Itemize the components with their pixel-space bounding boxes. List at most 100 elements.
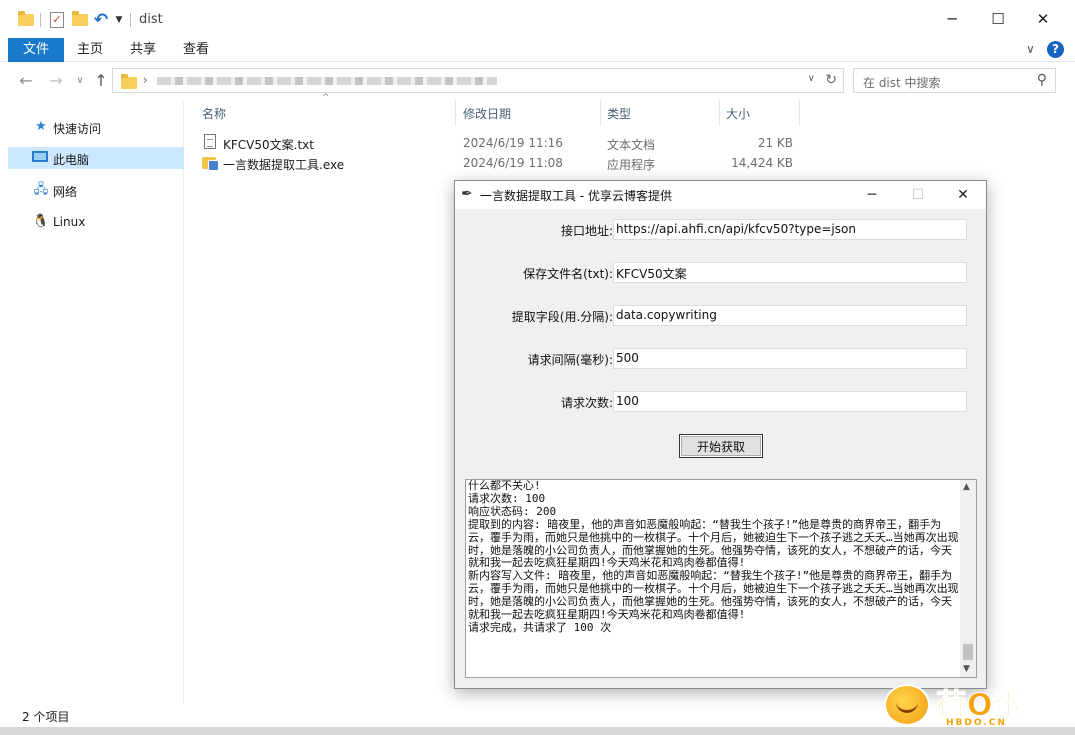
undo-icon[interactable]: ↶ <box>92 10 110 30</box>
dialog-title-bar[interactable]: ✒ 一言数据提取工具 - 优享云博客提供 ─ ☐ ✕ <box>455 181 986 209</box>
search-icon[interactable]: ⚲ <box>1037 72 1047 88</box>
up-arrow-icon[interactable]: ↑ <box>91 71 111 91</box>
network-icon: 🖧 <box>33 182 49 197</box>
toolbar-divider <box>130 13 131 27</box>
dialog-minimize-button[interactable]: ─ <box>849 181 895 209</box>
interval-label: 请求间隔(毫秒): <box>527 353 613 367</box>
scroll-up-icon[interactable]: ▲ <box>963 482 970 492</box>
search-input[interactable]: 在 dist 中搜索 ⚲ <box>853 68 1056 93</box>
navigation-pane: ★ 快速访问 此电脑 🖧 网络 🐧 Linux <box>0 100 184 704</box>
forward-arrow-icon[interactable]: → <box>46 71 66 91</box>
column-divider[interactable] <box>719 100 720 126</box>
request-count-input[interactable]: 100 <box>613 391 967 412</box>
file-name: KFCV50文案.txt <box>223 138 314 152</box>
mascot-icon <box>884 684 930 726</box>
exe-icon <box>202 154 219 171</box>
sidebar-item-label: Linux <box>53 215 86 229</box>
file-name: 一言数据提取工具.exe <box>223 158 345 172</box>
field-path-input[interactable]: data.copywriting <box>613 305 967 326</box>
close-button[interactable]: ✕ <box>1020 0 1066 38</box>
log-line: 什么都不关心! <box>468 480 541 492</box>
file-type: 应用程序 <box>607 158 656 172</box>
request-count-label: 请求次数: <box>560 396 613 410</box>
maximize-button[interactable]: ☐ <box>975 0 1021 38</box>
chevron-down-icon[interactable]: ∨ <box>808 73 815 84</box>
address-bar[interactable]: › ∨ ↻ <box>112 68 844 93</box>
chevron-right-icon[interactable]: › <box>143 73 148 87</box>
refresh-icon[interactable]: ↻ <box>825 72 837 88</box>
address-path-blurred <box>157 77 497 85</box>
toolbar-divider <box>40 13 41 27</box>
sort-ascending-icon: ^ <box>322 93 330 103</box>
column-header-size[interactable]: 大小 <box>726 105 750 122</box>
start-fetch-button[interactable]: 开始获取 <box>679 434 763 458</box>
recent-locations-icon[interactable]: ∨ <box>70 71 90 91</box>
log-line: 新内容写入文件: 暗夜里，他的声音如恶魔般响起：“替我生个孩子!”他是尊贵的商界… <box>468 569 959 622</box>
tab-share[interactable]: 共享 <box>123 38 163 62</box>
sidebar-item-label: 快速访问 <box>53 122 102 136</box>
computer-icon <box>32 150 50 166</box>
tab-file[interactable]: 文件 <box>8 38 64 62</box>
watermark-domain: HBDO.CN <box>946 718 1007 728</box>
tab-home[interactable]: 主页 <box>70 38 110 62</box>
file-date: 2024/6/19 11:16 <box>463 136 563 150</box>
column-divider[interactable] <box>600 100 601 126</box>
ribbon-tabs: 文件 主页 共享 查看 ∨ ? <box>0 38 1075 62</box>
scrollbar-thumb[interactable] <box>963 644 973 660</box>
folder-icon <box>17 11 35 29</box>
interval-input[interactable]: 500 <box>613 348 967 369</box>
filename-input[interactable]: KFCV50文案 <box>613 262 967 283</box>
extractor-dialog: ✒ 一言数据提取工具 - 优享云博客提供 ─ ☐ ✕ 接口地址: https:/… <box>454 180 987 689</box>
file-row[interactable]: 一言数据提取工具.exe 2024/6/19 11:08 应用程序 14,424… <box>199 153 799 173</box>
tab-view[interactable]: 查看 <box>176 38 216 62</box>
properties-icon[interactable]: ✓ <box>48 11 66 29</box>
scroll-down-icon[interactable]: ▼ <box>963 664 970 674</box>
address-row: ← → ∨ ↑ › ∨ ↻ 在 dist 中搜索 ⚲ <box>0 62 1075 100</box>
file-row[interactable]: KFCV50文案.txt 2024/6/19 11:16 文本文档 21 KB <box>199 133 799 153</box>
text-file-icon <box>204 134 216 149</box>
column-divider[interactable] <box>455 100 456 126</box>
linux-penguin-icon: 🐧 <box>32 214 50 229</box>
api-url-input[interactable]: https://api.ahfi.cn/api/kfcv50?type=json <box>613 219 967 240</box>
column-header-type[interactable]: 类型 <box>607 105 631 122</box>
api-url-label: 接口地址: <box>560 224 613 238</box>
back-arrow-icon[interactable]: ← <box>16 71 36 91</box>
log-line: 提取到的内容: 暗夜里，他的声音如恶魔般响起：“替我生个孩子!”他是尊贵的商界帝… <box>468 517 959 570</box>
sidebar-item-linux[interactable]: 🐧 Linux <box>8 211 184 233</box>
column-header-date[interactable]: 修改日期 <box>463 105 511 122</box>
star-icon: ★ <box>35 119 47 134</box>
search-placeholder: 在 dist 中搜索 <box>863 76 941 90</box>
sidebar-item-quick-access[interactable]: ★ 快速访问 <box>8 116 184 138</box>
log-line: 请求次数: 100 <box>468 491 546 505</box>
log-line: 响应状态码: 200 <box>468 504 557 518</box>
chevron-down-icon[interactable]: ∨ <box>1026 42 1035 56</box>
customize-quick-access-icon[interactable]: ▼ <box>113 11 125 29</box>
column-divider[interactable] <box>799 100 800 126</box>
new-folder-icon[interactable] <box>71 11 89 29</box>
sidebar-item-network[interactable]: 🖧 网络 <box>8 179 184 201</box>
file-date: 2024/6/19 11:08 <box>463 156 563 170</box>
help-icon[interactable]: ? <box>1047 41 1064 58</box>
site-watermark: 荷O蛋 HBDO.CN <box>884 680 1070 732</box>
sidebar-item-label: 网络 <box>53 185 78 199</box>
folder-icon <box>121 74 137 89</box>
dialog-maximize-button[interactable]: ☐ <box>895 181 941 209</box>
explorer-title-bar: ✓ ↶ ▼ dist ─ ☐ ✕ <box>0 0 1075 38</box>
filename-label: 保存文件名(txt): <box>523 267 613 281</box>
sidebar-item-this-pc[interactable]: 此电脑 <box>8 147 184 169</box>
dialog-close-button[interactable]: ✕ <box>940 181 986 209</box>
log-scrollbar[interactable]: ▲ ▼ <box>960 480 976 677</box>
column-headers: ^ 名称 修改日期 类型 大小 <box>185 93 1075 126</box>
field-path-label: 提取字段(用.分隔): <box>511 310 613 324</box>
file-type: 文本文档 <box>607 138 656 152</box>
file-size: 14,424 KB <box>731 156 793 170</box>
minimize-button[interactable]: ─ <box>929 0 975 38</box>
file-size: 21 KB <box>757 136 793 150</box>
log-text: 什么都不关心! 请求次数: 100 响应状态码: 200 提取到的内容: 暗夜里… <box>468 480 960 676</box>
log-line: 请求完成，共请求了 100 次 <box>468 620 612 634</box>
log-output[interactable]: 什么都不关心! 请求次数: 100 响应状态码: 200 提取到的内容: 暗夜里… <box>465 479 977 678</box>
column-header-name[interactable]: 名称 <box>202 105 226 122</box>
item-count: 2 个项目 <box>22 710 70 724</box>
window-title: dist <box>139 12 163 27</box>
sidebar-item-label: 此电脑 <box>53 153 90 167</box>
